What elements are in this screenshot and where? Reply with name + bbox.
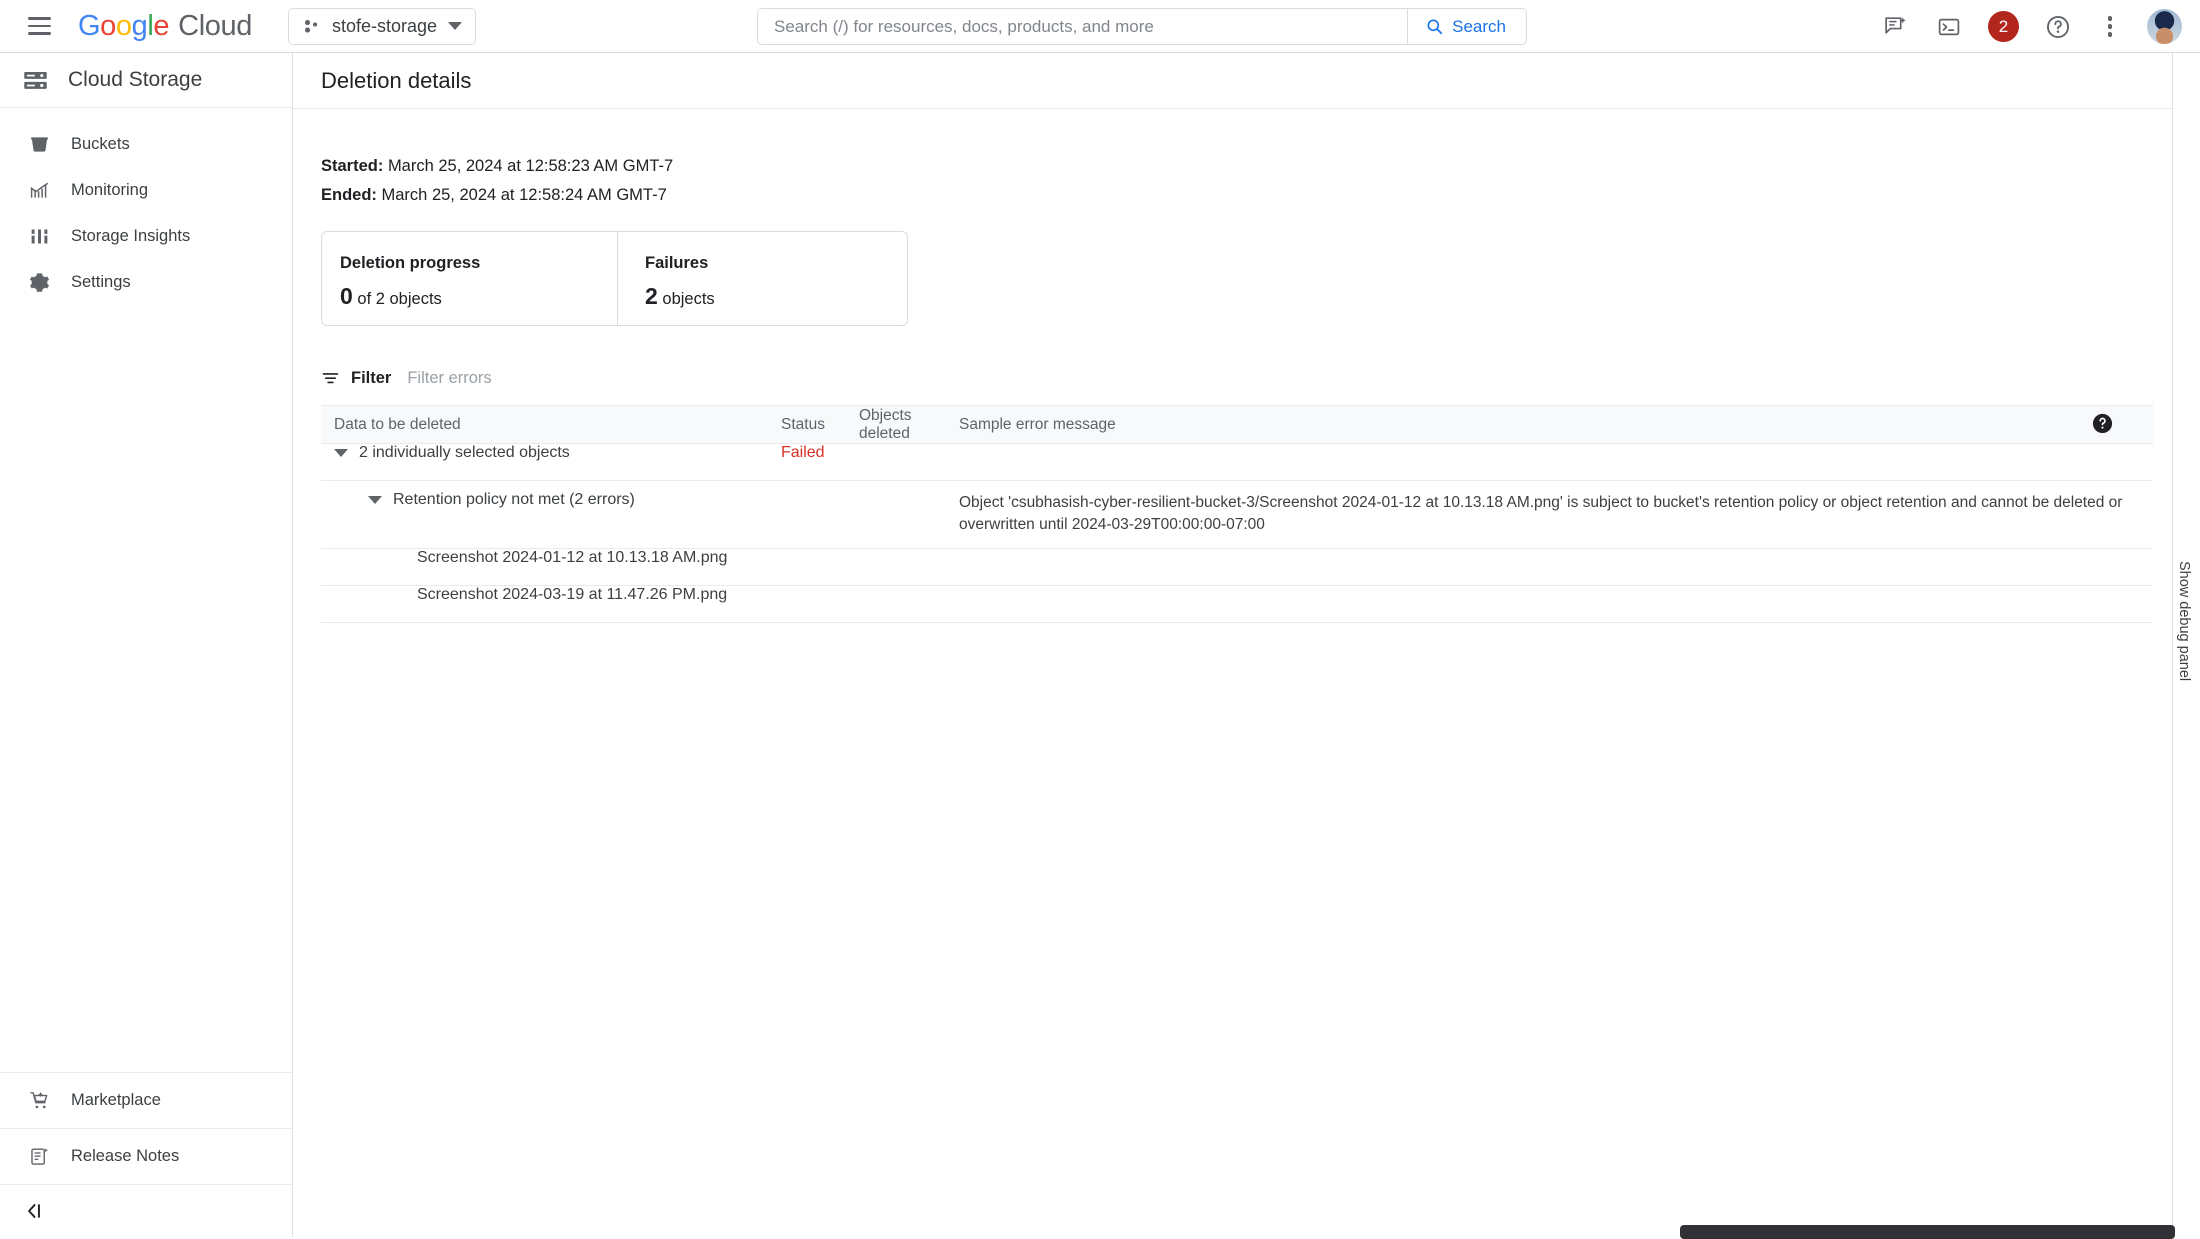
sidebar-nav: Buckets Monitoring Storage Insights Sett… [0,108,292,305]
avatar[interactable] [2147,9,2182,44]
row-name: Screenshot 2024-03-19 at 11.47.26 PM.png [417,585,728,603]
storage-rack-icon [24,71,47,89]
insights-bars-icon [26,226,52,247]
column-header-status: Status [781,405,859,444]
content-body: Started: March 25, 2024 at 12:58:23 AM G… [293,109,2200,623]
help-circle-icon[interactable] [2043,12,2073,42]
deletion-progress-suffix: of 2 objects [357,290,442,308]
failures-stat: Failures 2 objects [617,232,715,325]
main-content: Deletion details Started: March 25, 2024… [293,53,2200,1237]
release-notes-icon [26,1146,52,1167]
sidebar-item-settings[interactable]: Settings [0,259,292,305]
sidebar-item-label: Marketplace [71,1091,161,1109]
sidebar-item-monitoring[interactable]: Monitoring [0,167,292,213]
google-cloud-logo[interactable]: Google Cloud [78,10,252,43]
sidebar-item-marketplace[interactable]: Marketplace [0,1072,293,1128]
logo-cloud-text: Cloud [178,9,252,42]
expand-collapse-icon[interactable] [368,495,382,504]
failures-suffix: objects [662,290,715,308]
sidebar-item-label: Monitoring [71,180,149,199]
chevron-down-icon [448,22,462,30]
gear-icon [26,272,52,293]
row-name: Retention policy not met (2 errors) [393,490,635,508]
table-row[interactable]: Screenshot 2024-01-12 at 10.13.18 AM.png [321,548,2153,586]
started-value: March 25, 2024 at 12:58:23 AM GMT-7 [387,157,674,175]
failures-number: 2 [645,283,658,309]
column-header-sample-error-message: Sample error message [959,405,2153,444]
product-title: Cloud Storage [68,68,203,91]
search-icon [1427,19,1443,35]
top-bar-actions: 2 [1880,0,2182,53]
table-head: Data to be deleted Status Objects delete… [321,405,2153,444]
show-debug-panel-button[interactable]: Show debug panel [2176,561,2192,681]
status-badge: Failed [781,444,825,461]
sidebar-bottom: Marketplace Release Notes [0,1072,293,1237]
row-name: Screenshot 2024-01-12 at 10.13.18 AM.png [417,548,728,566]
table-body: 2 individually selected objects Failed R… [321,443,2153,623]
column-header-data-to-be-deleted: Data to be deleted [321,405,781,444]
deletion-progress-value: 0 of 2 objects [340,283,617,310]
sidebar-item-label: Settings [71,272,131,291]
project-picker[interactable]: stofe-storage [287,7,476,45]
table-row[interactable]: Screenshot 2024-03-19 at 11.47.26 PM.png [321,585,2153,623]
more-vert-icon[interactable] [2097,16,2123,37]
gemini-chat-icon[interactable] [1880,12,1910,42]
table-row[interactable]: Retention policy not met (2 errors) Obje… [321,480,2153,549]
product-header: Cloud Storage [0,53,292,108]
started-label: Started: [321,157,384,175]
search-bar[interactable]: Search [757,8,1527,45]
expand-collapse-icon[interactable] [334,449,348,457]
filter-button[interactable]: Filter [321,369,391,388]
started-line: Started: March 25, 2024 at 12:58:23 AM G… [321,157,2200,176]
filter-button-label: Filter [351,368,392,387]
ended-value: March 25, 2024 at 12:58:24 AM GMT-7 [381,186,667,204]
filter-icon [322,372,339,383]
row-name: 2 individually selected objects [359,444,570,461]
deletion-progress-label: Deletion progress [340,254,481,272]
deletion-results-table: Data to be deleted Status Objects delete… [321,405,2153,623]
filter-bar: Filter [321,359,2200,397]
sidebar-item-storage-insights[interactable]: Storage Insights [0,213,292,259]
sidebar-item-label: Storage Insights [71,226,191,245]
sidebar-item-label: Buckets [71,134,130,153]
failures-label: Failures [645,254,709,272]
table-help-button[interactable] [2091,412,2114,440]
help-filled-icon [2092,413,2113,434]
sidebar-item-buckets[interactable]: Buckets [0,121,292,167]
cloud-shell-terminal-icon[interactable] [1934,12,1964,42]
project-name: stofe-storage [331,15,437,36]
collapse-sidebar-button[interactable] [0,1184,293,1237]
filter-input[interactable] [405,367,736,389]
top-app-bar: Google Cloud stofe-storage Search (/) fo… [0,0,2200,53]
bucket-icon [26,134,52,155]
failures-value: 2 objects [645,283,715,310]
ended-label: Ended: [321,186,377,204]
search-button-label: Search [1452,16,1506,36]
page-title: Deletion details [321,67,472,93]
project-nodes-icon [304,19,318,33]
notifications-count: 2 [1998,16,2009,36]
deletion-progress-number: 0 [340,283,353,309]
page-header: Deletion details [293,53,2200,109]
column-header-objects-deleted: Objects deleted [859,405,959,444]
sidebar-item-release-notes[interactable]: Release Notes [0,1128,293,1184]
marketplace-cart-icon [26,1090,52,1111]
notifications-badge[interactable]: 2 [1988,11,2019,42]
debug-rail: Show debug panel [2172,53,2200,1237]
collapse-left-icon [28,1204,40,1218]
ended-line: Ended: March 25, 2024 at 12:58:24 AM GMT… [321,186,2200,205]
hamburger-icon[interactable] [22,9,56,43]
deletion-progress-stat: Deletion progress 0 of 2 objects [322,232,617,325]
table-row[interactable]: 2 individually selected objects Failed [321,443,2153,481]
search-button[interactable]: Search [1407,9,1526,44]
sidebar: Cloud Storage Buckets Monitoring Storage… [0,53,293,1237]
stats-card: Deletion progress 0 of 2 objects Failure… [321,231,908,326]
monitoring-chart-icon [26,180,52,201]
search-input[interactable] [758,16,1408,37]
sidebar-item-label: Release Notes [71,1147,180,1165]
error-message: Object 'csubhasish-cyber-resilient-bucke… [959,494,2123,534]
table-header-row: Data to be deleted Status Objects delete… [321,405,2153,444]
